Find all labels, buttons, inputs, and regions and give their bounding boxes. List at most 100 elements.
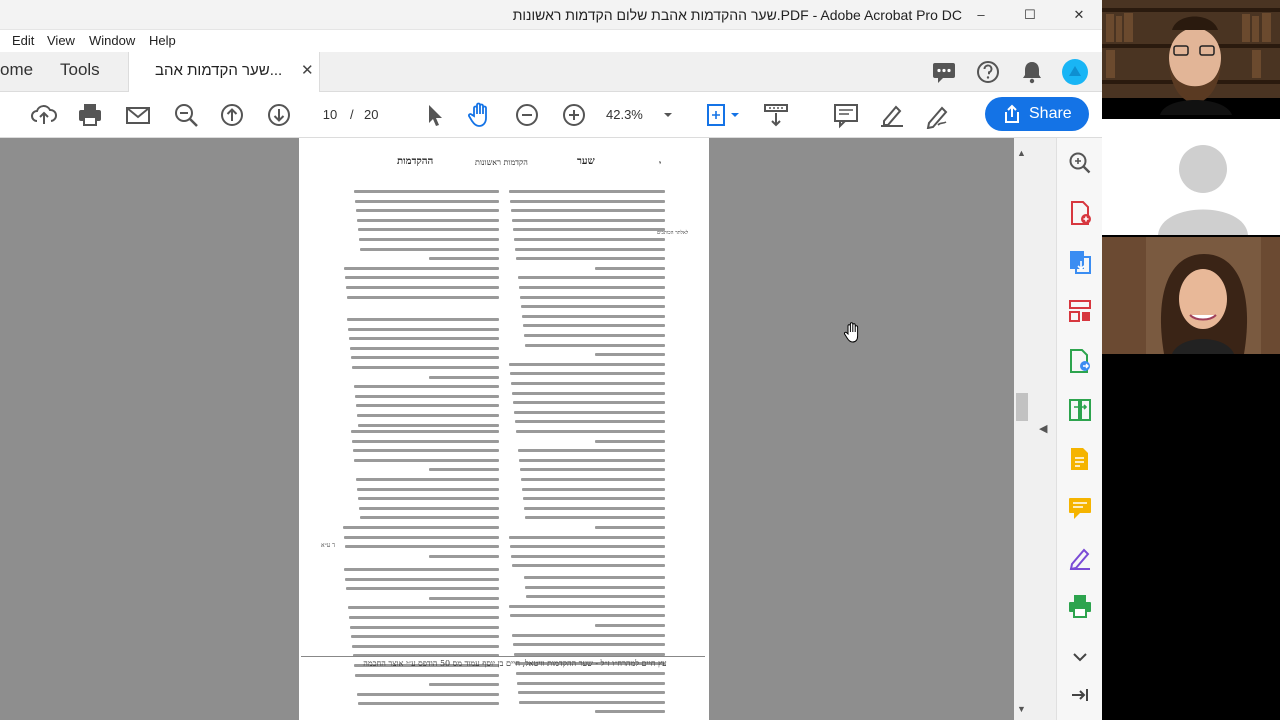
next-page-icon[interactable] (265, 101, 293, 129)
text-line (428, 468, 499, 472)
text-line (356, 404, 499, 408)
scan-printer-icon[interactable] (1067, 593, 1093, 619)
account-avatar-icon[interactable] (1061, 58, 1089, 86)
add-comment-icon[interactable] (1067, 495, 1093, 521)
text-line (357, 487, 499, 491)
previous-page-icon[interactable] (218, 101, 246, 129)
text-line (350, 346, 499, 350)
share-button[interactable]: Share (985, 97, 1089, 131)
scroll-up-icon[interactable]: ▲ (1017, 148, 1026, 158)
zoom-out-icon[interactable] (513, 101, 541, 129)
select-arrow-icon[interactable] (420, 101, 448, 129)
text-line (354, 458, 499, 462)
text-line (351, 430, 499, 433)
collapse-panel-icon[interactable]: ◀ (1039, 422, 1047, 435)
text-line (510, 199, 665, 203)
text-line (345, 276, 499, 280)
text-line (351, 356, 499, 360)
text-line (517, 681, 665, 685)
scroll-down-icon[interactable]: ▼ (1017, 704, 1026, 714)
scrollbar-thumb[interactable] (1016, 393, 1028, 421)
maximize-button[interactable]: ☐ (1007, 0, 1053, 30)
text-line (344, 535, 499, 539)
text-line (526, 595, 665, 599)
fill-sign-icon[interactable] (1067, 446, 1093, 472)
menu-view[interactable]: View (47, 33, 75, 48)
menu-bar: Edit View Window Help (0, 30, 1102, 52)
text-line (351, 635, 499, 639)
text-line (358, 423, 499, 427)
organize-pages-icon[interactable] (1067, 298, 1093, 324)
text-line (359, 506, 499, 510)
text-line (355, 394, 499, 398)
text-line (510, 372, 665, 376)
text-line (359, 238, 499, 241)
page-number-input[interactable]: 10 (310, 103, 350, 127)
help-icon[interactable] (974, 58, 1002, 86)
close-tab-button[interactable]: ✕ (301, 61, 314, 79)
tools-pane (1056, 138, 1102, 720)
sign-pen-icon[interactable] (924, 101, 952, 130)
text-line (514, 238, 665, 241)
document-viewport[interactable]: שער הקדמות ראשונות ההקדמות י לאלתר הכותב… (0, 138, 1014, 720)
text-line (523, 324, 665, 328)
text-line (594, 624, 665, 627)
text-line (428, 554, 499, 558)
text-line (512, 633, 665, 637)
vertical-scrollbar[interactable]: ▲ ▼ (1014, 138, 1030, 720)
menu-window[interactable]: Window (89, 33, 135, 48)
upload-cloud-icon[interactable] (30, 101, 58, 129)
comment-bubble-icon[interactable] (930, 58, 958, 86)
text-line (511, 209, 665, 213)
compare-files-icon[interactable] (1067, 397, 1093, 423)
close-window-button[interactable]: ✕ (1056, 0, 1102, 30)
text-line (518, 449, 665, 453)
text-line (519, 286, 665, 289)
text-line (349, 616, 499, 619)
fit-page-icon[interactable] (703, 101, 743, 129)
acrobat-window: שער ההקדמות אהבת שלום הקדמות ראשונות.PDF… (0, 0, 1102, 720)
highlight-pen-icon[interactable] (878, 101, 906, 129)
text-line (524, 576, 665, 579)
chevron-down-icon[interactable] (660, 101, 676, 129)
text-line (358, 228, 499, 232)
hand-tool-icon[interactable] (466, 101, 494, 129)
search-zoom-icon[interactable] (1067, 150, 1093, 176)
export-pdf-icon[interactable] (1067, 249, 1093, 275)
edit-pdf-icon[interactable] (1067, 348, 1093, 374)
text-line (357, 414, 499, 417)
request-signature-icon[interactable] (1067, 544, 1093, 571)
collapse-pane-icon[interactable] (1067, 682, 1093, 708)
create-pdf-icon[interactable] (1067, 200, 1093, 226)
tab-document[interactable]: שער הקדמות אהב... ✕ (128, 52, 320, 92)
participant-placeholder (1102, 119, 1280, 235)
more-tools-chevron-icon[interactable] (1067, 644, 1093, 670)
tab-tools[interactable]: Tools (60, 60, 100, 80)
email-icon[interactable] (124, 101, 152, 129)
tab-home[interactable]: ome (0, 60, 33, 80)
comment-icon[interactable] (832, 101, 860, 129)
zoom-in-icon[interactable] (560, 101, 588, 129)
text-line (350, 625, 499, 629)
text-line (357, 692, 499, 696)
text-line (352, 439, 499, 443)
scroll-mode-icon[interactable] (762, 101, 790, 129)
minimize-button[interactable]: – (958, 0, 1004, 30)
bell-icon[interactable] (1018, 58, 1046, 86)
text-line (525, 343, 665, 347)
text-line (512, 218, 665, 222)
zoom-level[interactable]: 42.3% (606, 103, 643, 127)
text-line (522, 314, 665, 318)
text-line (524, 334, 665, 337)
print-icon[interactable] (76, 101, 104, 129)
text-line (515, 420, 665, 424)
text-line (594, 526, 665, 529)
menu-help[interactable]: Help (149, 33, 176, 48)
toolbar: 10 / 20 42.3% Share (0, 92, 1102, 138)
zoom-search-icon[interactable] (172, 101, 200, 129)
text-line (428, 596, 499, 600)
panel-collapse-strip: ◀ (1030, 138, 1056, 720)
text-line (347, 318, 499, 321)
share-label: Share (1029, 105, 1072, 122)
menu-edit[interactable]: Edit (12, 33, 34, 48)
